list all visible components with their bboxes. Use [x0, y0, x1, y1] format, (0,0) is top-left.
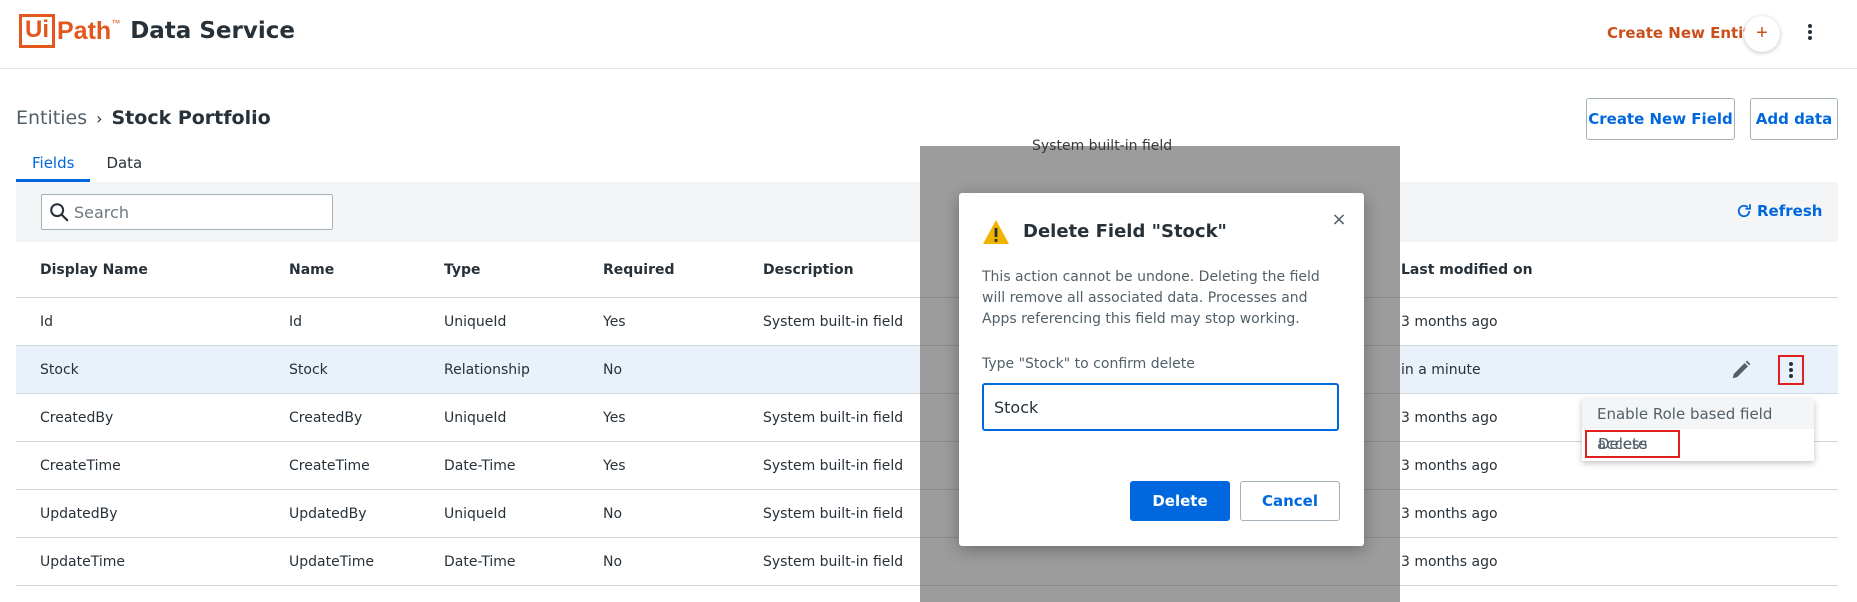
refresh-icon — [1737, 204, 1751, 218]
more-vert-icon[interactable] — [1803, 22, 1817, 46]
product-name: Data Service — [130, 18, 295, 44]
dialog-message: This action cannot be undone. Deleting t… — [982, 269, 1320, 327]
search-icon — [50, 203, 69, 222]
cell-modified: in a minute — [1401, 362, 1481, 378]
column-name[interactable]: Name — [289, 262, 334, 278]
cell-name: UpdatedBy — [289, 506, 367, 522]
dialog-title: Delete Field "Stock" — [1023, 221, 1227, 242]
close-icon[interactable]: × — [1329, 210, 1349, 230]
cell-display-name: Stock — [40, 362, 79, 378]
cell-description: System built-in field — [763, 314, 904, 330]
cell-required: No — [603, 506, 623, 522]
column-last-modified[interactable]: Last modified on — [1401, 262, 1533, 278]
cell-type: UniqueId — [444, 314, 507, 330]
cancel-button[interactable]: Cancel — [1240, 481, 1340, 521]
cell-name: Id — [289, 314, 303, 330]
plus-icon[interactable]: + — [1744, 16, 1780, 52]
cell-required: Yes — [603, 458, 626, 474]
edit-icon[interactable] — [1730, 359, 1752, 381]
cell-description: System built-in field — [763, 458, 904, 474]
create-new-field-button[interactable]: Create New Field — [1586, 98, 1735, 140]
cell-type: Relationship — [444, 362, 530, 378]
cell-name: Stock — [289, 362, 328, 378]
breadcrumb-entities-link[interactable]: Entities — [16, 107, 87, 129]
page-title: Stock Portfolio — [111, 107, 271, 129]
cell-modified: 3 months ago — [1401, 554, 1498, 570]
tab-bar: Fields Data — [16, 152, 158, 182]
column-description[interactable]: Description — [763, 262, 854, 278]
cell-name: CreateTime — [289, 458, 370, 474]
confirm-label: Type "Stock" to confirm delete — [982, 356, 1195, 372]
cell-name: CreatedBy — [289, 410, 363, 426]
column-display-name[interactable]: Display Name — [40, 262, 148, 278]
menu-item-delete[interactable]: Delete — [1585, 430, 1680, 458]
cell-description: System built-in field — [763, 506, 904, 522]
confirm-delete-input[interactable] — [982, 383, 1339, 431]
cell-display-name: UpdateTime — [40, 554, 125, 570]
warning-icon — [983, 220, 1009, 244]
breadcrumb: Entities › Stock Portfolio — [16, 107, 271, 129]
tab-data[interactable]: Data — [90, 152, 158, 182]
cell-type: Date-Time — [444, 554, 516, 570]
top-bar: Ui Path ™ Data Service Create New Entity… — [0, 0, 1857, 69]
cell-display-name: Id — [40, 314, 54, 330]
cell-required: Yes — [603, 410, 626, 426]
logo-path-text: Path — [57, 16, 112, 45]
refresh-button[interactable]: Refresh — [1735, 202, 1822, 220]
menu-item-enable-role-access[interactable]: Enable Role based field access — [1582, 399, 1814, 453]
delete-button[interactable]: Delete — [1130, 481, 1230, 521]
cell-modified: 3 months ago — [1401, 506, 1498, 522]
delete-field-dialog: Delete Field "Stock" × This action canno… — [959, 193, 1364, 546]
cell-type: UniqueId — [444, 410, 507, 426]
backdrop-peek-text: System built-in field — [1032, 138, 1173, 154]
add-data-button[interactable]: Add data — [1750, 98, 1838, 140]
more-vert-icon[interactable] — [1778, 355, 1804, 385]
cell-modified: 3 months ago — [1401, 314, 1498, 330]
search-box[interactable] — [41, 194, 333, 230]
cell-required: No — [603, 554, 623, 570]
tab-fields[interactable]: Fields — [16, 152, 91, 182]
backdrop-divider — [920, 585, 1400, 586]
cell-name: UpdateTime — [289, 554, 374, 570]
cell-type: UniqueId — [444, 506, 507, 522]
cell-type: Date-Time — [444, 458, 516, 474]
logo-ui-mark: Ui — [19, 14, 55, 48]
uipath-logo[interactable]: Ui Path ™ Data Service — [19, 14, 295, 48]
logo-trademark: ™ — [111, 18, 121, 28]
column-type[interactable]: Type — [444, 262, 481, 278]
column-required[interactable]: Required — [603, 262, 674, 278]
cell-modified: 3 months ago — [1401, 458, 1498, 474]
cell-required: Yes — [603, 314, 626, 330]
cell-description: System built-in field — [763, 410, 904, 426]
cell-description: System built-in field — [763, 554, 904, 570]
chevron-right-icon: › — [96, 108, 103, 128]
cell-display-name: CreatedBy — [40, 410, 114, 426]
cell-display-name: UpdatedBy — [40, 506, 118, 522]
cell-display-name: CreateTime — [40, 458, 121, 474]
search-input[interactable] — [74, 199, 324, 225]
create-new-entity-link[interactable]: Create New Entity — [1607, 24, 1760, 42]
cell-modified: 3 months ago — [1401, 410, 1498, 426]
refresh-label: Refresh — [1757, 202, 1823, 220]
cell-required: No — [603, 362, 623, 378]
